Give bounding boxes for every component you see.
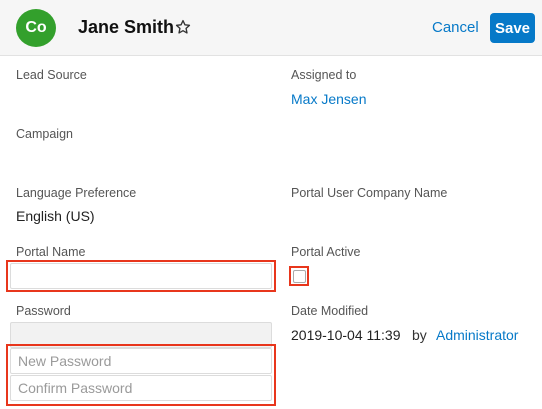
password-label: Password <box>16 304 71 318</box>
save-button[interactable]: Save <box>490 13 535 43</box>
campaign-label: Campaign <box>16 127 73 141</box>
record-header: Co Jane Smith Cancel Save <box>0 0 542 56</box>
contact-avatar: Co <box>16 9 56 47</box>
lead-source-label: Lead Source <box>16 68 87 82</box>
date-modified-user-link[interactable]: Administrator <box>436 327 518 343</box>
cancel-button[interactable]: Cancel <box>432 19 479 36</box>
password-fields-highlight <box>6 344 276 406</box>
assigned-to-link[interactable]: Max Jensen <box>291 91 366 107</box>
record-name: Jane Smith <box>78 17 175 37</box>
date-modified-by-label: by <box>412 327 427 343</box>
portal-user-company-name-label: Portal User Company Name <box>291 186 448 200</box>
portal-name-label: Portal Name <box>16 245 86 259</box>
date-modified-label: Date Modified <box>291 304 369 318</box>
portal-active-label: Portal Active <box>291 245 361 259</box>
language-preference-label: Language Preference <box>16 186 137 200</box>
portal-name-highlight <box>6 260 276 292</box>
favorite-star-icon[interactable] <box>174 18 192 36</box>
language-preference-value[interactable]: English (US) <box>16 208 95 224</box>
portal-active-highlight <box>289 266 309 286</box>
date-modified-value: 2019-10-04 11:39 <box>291 327 401 343</box>
assigned-to-label: Assigned to <box>291 68 357 82</box>
